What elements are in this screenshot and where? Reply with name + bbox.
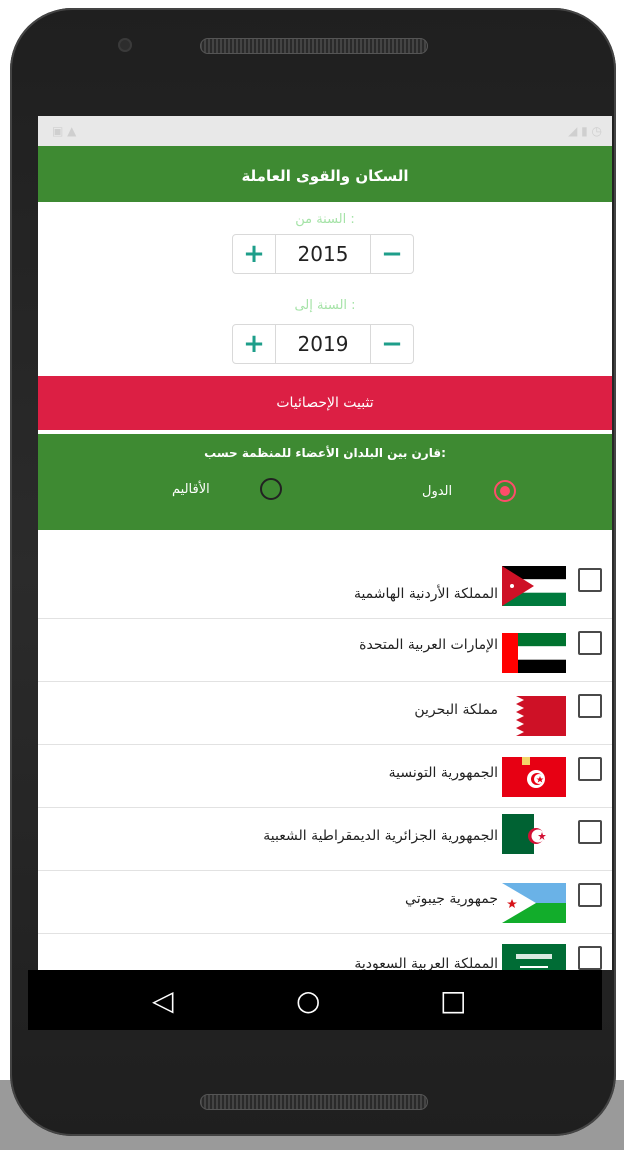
back-icon[interactable]: ◁: [152, 984, 174, 1017]
phone-frame: ▣ ▲ ◢ ▮ ◷ السكان والقوى العاملة السنة من…: [10, 8, 616, 1136]
year-from-value[interactable]: 2015: [275, 235, 371, 273]
app-screen: ▣ ▲ ◢ ▮ ◷ السكان والقوى العاملة السنة من…: [38, 116, 612, 970]
country-name: جمهورية جيبوتي: [405, 891, 498, 907]
compare-panel: قارن بين البلدان الأعضاء للمنظمة حسب: ال…: [38, 434, 612, 530]
year-from-plus-button[interactable]: +: [233, 235, 275, 273]
country-checkbox[interactable]: [578, 883, 602, 907]
android-nav-bar: ◁ ○ □: [28, 970, 602, 1030]
list-item[interactable]: المملكة العربية السعودية: [38, 934, 612, 970]
country-checkbox[interactable]: [578, 694, 602, 718]
algeria-flag-icon: [502, 814, 566, 854]
country-name: مملكة البحرين: [414, 702, 498, 718]
list-item[interactable]: الإمارات العربية المتحدة: [38, 619, 612, 682]
year-to-value[interactable]: 2019: [275, 325, 371, 363]
list-item[interactable]: المملكة الأردنية الهاشمية: [38, 556, 612, 619]
country-list: المملكة الأردنية الهاشمية الإمارات العرب…: [38, 556, 612, 970]
country-checkbox[interactable]: [578, 946, 602, 970]
year-from-stepper: + 2015 −: [232, 234, 414, 274]
year-from-minus-button[interactable]: −: [371, 235, 413, 273]
system-icons: ◢ ▮ ◷: [568, 124, 602, 138]
country-checkbox[interactable]: [578, 820, 602, 844]
jordan-flag-icon: [502, 566, 566, 606]
year-from-label: السنة من :: [295, 212, 355, 227]
country-name: المملكة الأردنية الهاشمية: [353, 586, 498, 602]
earpiece-speaker: [200, 38, 428, 54]
bottom-speaker: [200, 1094, 428, 1110]
country-name: الجمهورية الجزائرية الديمقراطية الشعبية: [263, 828, 498, 844]
regions-radio[interactable]: [260, 478, 282, 500]
list-item[interactable]: مملكة البحرين: [38, 682, 612, 745]
country-name: الإمارات العربية المتحدة: [359, 637, 498, 653]
status-bar: ▣ ▲ ◢ ▮ ◷: [38, 116, 612, 146]
country-name: الجمهورية التونسية: [388, 765, 498, 781]
saudi-flag-icon: [502, 944, 566, 970]
country-checkbox[interactable]: [578, 631, 602, 655]
year-to-plus-button[interactable]: +: [233, 325, 275, 363]
countries-radio[interactable]: [494, 480, 516, 502]
bahrain-flag-icon: [502, 696, 566, 736]
year-to-label: السنة إلى :: [294, 298, 356, 313]
country-checkbox[interactable]: [578, 757, 602, 781]
country-name: المملكة العربية السعودية: [354, 956, 498, 970]
front-camera: [118, 38, 132, 52]
page-title: السكان والقوى العاملة: [38, 146, 612, 202]
tunisia-flag-icon: [502, 757, 566, 797]
countries-radio-label[interactable]: الدول: [422, 484, 452, 499]
year-to-stepper: + 2019 −: [232, 324, 414, 364]
country-checkbox[interactable]: [578, 568, 602, 592]
uae-flag-icon: [502, 633, 566, 673]
compare-prompt: قارن بين البلدان الأعضاء للمنظمة حسب:: [204, 446, 446, 460]
list-item[interactable]: الجمهورية التونسية: [38, 745, 612, 808]
djibouti-flag-icon: [502, 883, 566, 923]
home-icon[interactable]: ○: [296, 984, 320, 1017]
notification-icons: ▣ ▲: [52, 124, 77, 138]
list-item[interactable]: جمهورية جيبوتي: [38, 871, 612, 934]
year-to-minus-button[interactable]: −: [371, 325, 413, 363]
list-item[interactable]: الجمهورية الجزائرية الديمقراطية الشعبية: [38, 808, 612, 871]
pin-stats-button[interactable]: تثبيت الإحصائيات: [38, 376, 612, 430]
regions-radio-label[interactable]: الأقاليم: [172, 482, 210, 497]
recents-icon[interactable]: □: [440, 984, 466, 1017]
